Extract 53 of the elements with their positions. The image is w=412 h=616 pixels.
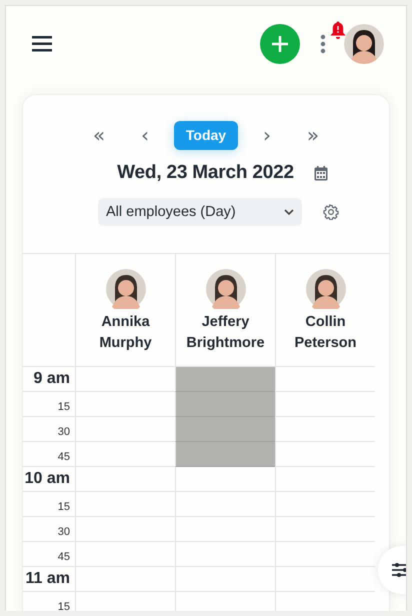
employee-name: Collin Peterson (294, 313, 357, 353)
minute-label: 15 (23, 392, 75, 417)
avatar-icon (106, 269, 146, 309)
avatar-icon (206, 269, 246, 309)
view-select[interactable]: All employees (Day) (98, 198, 302, 226)
hour-label: 11 am (23, 567, 75, 592)
more-icon[interactable] (320, 34, 326, 54)
time-slot[interactable] (175, 492, 275, 517)
next-button[interactable]: › (244, 120, 290, 150)
time-slot[interactable] (175, 567, 275, 592)
blocked-slot[interactable] (175, 417, 275, 442)
time-slot[interactable] (75, 467, 175, 492)
bell-alert-icon[interactable] (330, 20, 346, 40)
minute-label: 15 (23, 492, 75, 517)
hour-label: 9 am (23, 367, 75, 392)
avatar-icon[interactable] (344, 24, 384, 64)
avatar-icon (306, 269, 346, 309)
employee-name: Jeffery Brightmore (186, 313, 265, 353)
minute-label: 30 (23, 517, 75, 542)
minute-label: 45 (23, 542, 75, 567)
calendar-icon[interactable] (314, 166, 328, 180)
add-button[interactable] (260, 24, 300, 64)
hour-label: 10 am (23, 467, 75, 492)
today-button[interactable]: Today (174, 120, 238, 150)
time-slot[interactable] (275, 442, 375, 467)
time-slot[interactable] (275, 392, 375, 417)
time-slot[interactable] (75, 492, 175, 517)
time-slot[interactable] (275, 492, 375, 517)
blocked-slot[interactable] (175, 442, 275, 467)
time-slot[interactable] (275, 417, 375, 442)
time-slot[interactable] (75, 567, 175, 592)
sliders-icon (392, 562, 406, 578)
time-slot[interactable] (75, 517, 175, 542)
minute-label: 30 (23, 417, 75, 442)
time-slot[interactable] (275, 467, 375, 492)
settings-icon[interactable] (323, 204, 339, 220)
first-page-button[interactable]: « (76, 120, 122, 150)
previous-button[interactable]: ‹ (122, 120, 168, 150)
plus-icon (271, 34, 289, 52)
blocked-slot[interactable] (175, 367, 275, 392)
minute-label: 45 (23, 442, 75, 467)
blocked-slot[interactable] (175, 392, 275, 417)
time-slot[interactable] (75, 542, 175, 567)
time-slot[interactable] (175, 467, 275, 492)
minute-label: 15 (23, 592, 75, 611)
time-slot[interactable] (275, 367, 375, 392)
time-slot[interactable] (175, 517, 275, 542)
menu-icon[interactable] (32, 36, 52, 52)
time-slot[interactable] (175, 542, 275, 567)
employee-name: Annika Murphy (99, 313, 152, 353)
date-title: Wed, 23 March 2022 (117, 162, 294, 184)
chevron-down-icon (284, 208, 294, 216)
last-page-button[interactable]: » (290, 120, 336, 150)
